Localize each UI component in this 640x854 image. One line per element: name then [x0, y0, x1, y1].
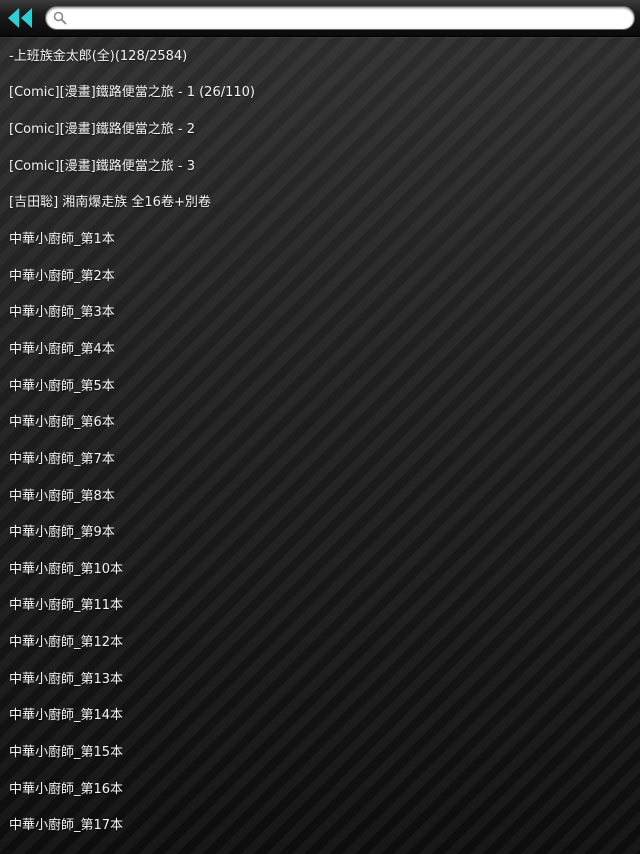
- back-button[interactable]: [6, 7, 34, 29]
- top-toolbar: [0, 0, 640, 37]
- list-item-label: 中華小廚師_第5本: [9, 378, 115, 394]
- list-item[interactable]: [Comic][漫畫]鐵路便當之旅 - 3: [0, 146, 640, 183]
- list-item-label: [Comic][漫畫]鐵路便當之旅 - 3: [9, 158, 195, 174]
- list-item[interactable]: 中華小廚師_第3本: [0, 292, 640, 329]
- list-item-label: 中華小廚師_第7本: [9, 451, 115, 467]
- list-item-label: 中華小廚師_第17本: [9, 818, 124, 834]
- list-item-label: 中華小廚師_第10本: [9, 561, 124, 577]
- list-item-label: [Comic][漫畫]鐵路便當之旅 - 2: [9, 122, 195, 138]
- list-item[interactable]: 中華小廚師_第7本: [0, 439, 640, 476]
- list-item-label: [Comic][漫畫]鐵路便當之旅 - 1 (26/110): [9, 85, 255, 101]
- list-item[interactable]: 中華小廚師_第8本: [0, 476, 640, 513]
- screen: -上班族金太郎(全)(128/2584) [Comic][漫畫]鐵路便當之旅 - …: [0, 0, 640, 854]
- list-item-label: 中華小廚師_第15本: [9, 744, 124, 760]
- list-item[interactable]: [Comic][漫畫]鐵路便當之旅 - 1 (26/110): [0, 73, 640, 110]
- file-list: -上班族金太郎(全)(128/2584) [Comic][漫畫]鐵路便當之旅 - …: [0, 36, 640, 842]
- double-left-arrow-icon: [8, 8, 32, 28]
- list-item[interactable]: 中華小廚師_第5本: [0, 366, 640, 403]
- list-item[interactable]: 中華小廚師_第16本: [0, 769, 640, 806]
- list-item-label: 中華小廚師_第14本: [9, 708, 124, 724]
- list-item-label: 中華小廚師_第9本: [9, 525, 115, 541]
- list-item[interactable]: -上班族金太郎(全)(128/2584): [0, 36, 640, 73]
- list-item[interactable]: 中華小廚師_第2本: [0, 256, 640, 293]
- list-item-label: 中華小廚師_第1本: [9, 232, 115, 248]
- list-item-label: [吉田聡] 湘南爆走族 全16卷+別卷: [9, 195, 211, 211]
- list-item[interactable]: 中華小廚師_第14本: [0, 696, 640, 733]
- list-item[interactable]: 中華小廚師_第12本: [0, 622, 640, 659]
- list-item[interactable]: [吉田聡] 湘南爆走族 全16卷+別卷: [0, 183, 640, 220]
- list-item-label: 中華小廚師_第3本: [9, 305, 115, 321]
- list-item[interactable]: 中華小廚師_第9本: [0, 512, 640, 549]
- search-field[interactable]: [45, 6, 635, 30]
- list-item[interactable]: 中華小廚師_第11本: [0, 586, 640, 623]
- list-item-label: 中華小廚師_第12本: [9, 635, 124, 651]
- list-item-label: 中華小廚師_第8本: [9, 488, 115, 504]
- list-item[interactable]: 中華小廚師_第13本: [0, 659, 640, 696]
- list-item-label: 中華小廚師_第11本: [9, 598, 124, 614]
- list-item[interactable]: 中華小廚師_第10本: [0, 549, 640, 586]
- search-input[interactable]: [70, 9, 625, 27]
- list-item[interactable]: [Comic][漫畫]鐵路便當之旅 - 2: [0, 109, 640, 146]
- list-item-label: 中華小廚師_第4本: [9, 341, 115, 357]
- list-item-label: 中華小廚師_第2本: [9, 268, 115, 284]
- list-item[interactable]: 中華小廚師_第6本: [0, 402, 640, 439]
- list-item[interactable]: 中華小廚師_第4本: [0, 329, 640, 366]
- list-item[interactable]: 中華小廚師_第15本: [0, 732, 640, 769]
- list-item-label: 中華小廚師_第16本: [9, 781, 124, 797]
- list-item[interactable]: 中華小廚師_第1本: [0, 219, 640, 256]
- list-item-label: -上班族金太郎(全)(128/2584): [9, 48, 188, 64]
- list-item[interactable]: 中華小廚師_第17本: [0, 805, 640, 842]
- list-item-label: 中華小廚師_第6本: [9, 415, 115, 431]
- search-icon: [53, 11, 67, 25]
- list-item-label: 中華小廚師_第13本: [9, 671, 124, 687]
